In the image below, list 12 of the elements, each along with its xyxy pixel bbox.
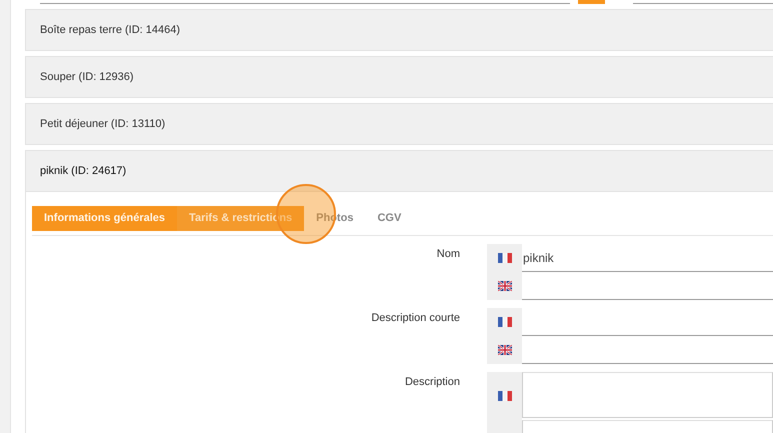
field-label: Description bbox=[404, 375, 460, 390]
field-label: Description courte bbox=[370, 311, 460, 326]
product-title: Souper (ID: 12936) bbox=[40, 70, 134, 85]
product-title: piknik (ID: 24617) bbox=[40, 164, 126, 179]
accordion-header[interactable]: piknik (ID: 24617) bbox=[26, 151, 773, 191]
product-title: Boîte repas terre (ID: 14464) bbox=[40, 22, 180, 38]
accordion-header[interactable]: Souper (ID: 12936) bbox=[26, 57, 773, 97]
product-title: Petit déjeuner (ID: 13110) bbox=[40, 116, 166, 132]
accordion-header[interactable]: Petit déjeuner (ID: 13110) bbox=[26, 104, 773, 144]
accordion-header[interactable]: Boîte repas terre (ID: 14464) bbox=[26, 10, 773, 50]
tab[interactable]: CGV bbox=[365, 206, 414, 231]
field-label: Nom bbox=[436, 247, 460, 262]
